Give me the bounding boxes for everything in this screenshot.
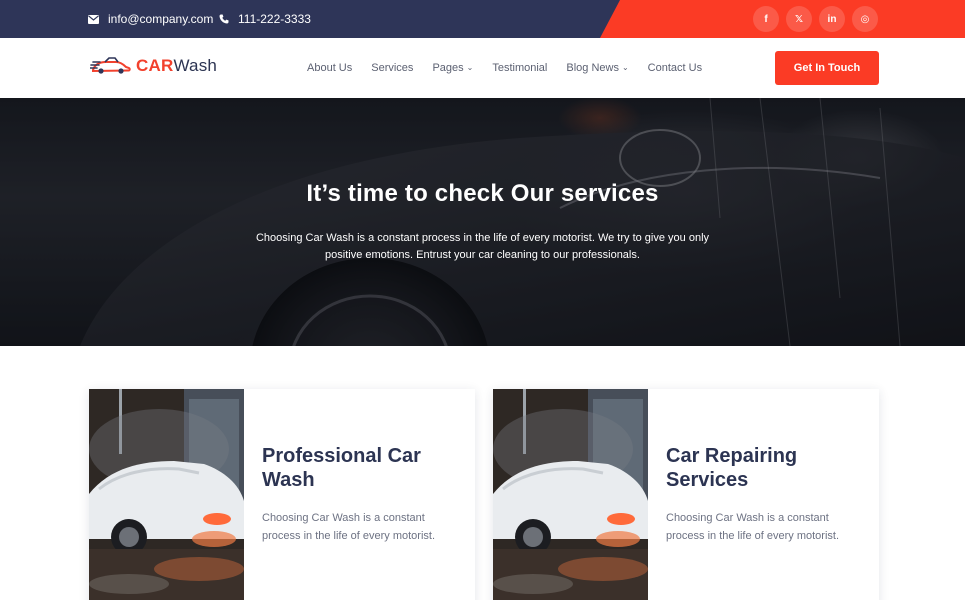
service-card-title[interactable]: Car Repairing Services (666, 444, 866, 492)
nav-blog-news[interactable]: Blog News ⌄ (566, 62, 628, 74)
car-wash-photo (493, 389, 648, 600)
contact-phone-text: 111-222-3333 (238, 12, 311, 26)
contact-email-text: info@company.com (108, 12, 214, 26)
service-card-image (89, 389, 244, 600)
top-bar: info@company.com 111-222-3333 f 𝕏 in ◎ (0, 0, 965, 38)
nav-testimonial[interactable]: Testimonial (492, 62, 547, 74)
nav-contact-us-label: Contact Us (647, 62, 703, 74)
logo-wash-text: Wash (173, 56, 218, 75)
nav-pages[interactable]: Pages ⌄ (432, 62, 473, 74)
get-in-touch-button[interactable]: Get In Touch (775, 51, 879, 85)
nav-contact-us[interactable]: Contact Us (648, 62, 702, 74)
nav-pages-label: Pages (432, 62, 464, 74)
logo-text: CARWash (136, 56, 217, 76)
x-twitter-icon[interactable]: 𝕏 (786, 6, 812, 32)
service-card-description: Choosing Car Wash is a constant process … (262, 512, 436, 542)
hero-subtitle: Choosing Car Wash is a constant process … (255, 232, 710, 261)
service-card-car-repairing[interactable]: Car Repairing Services Choosing Car Wash… (493, 389, 879, 600)
contact-phone[interactable]: 111-222-3333 (219, 0, 311, 38)
service-card-professional-car-wash[interactable]: Professional Car Wash Choosing Car Wash … (89, 389, 475, 600)
service-card-body: Professional Car Wash Choosing Car Wash … (262, 444, 462, 545)
car-logo-icon (90, 57, 131, 74)
chevron-down-icon: ⌄ (621, 63, 629, 72)
hero-title: It’s time to check Our services (306, 180, 659, 207)
nav-services-label: Services (371, 62, 414, 74)
car-wash-photo (89, 389, 244, 600)
nav-blog-news-label: Blog News (566, 62, 619, 74)
contact-email[interactable]: info@company.com (88, 0, 213, 38)
nav-about-us-label: About Us (307, 62, 353, 74)
hero-banner: It’s time to check Our services Choosing… (0, 98, 965, 346)
main-nav: About Us Services Pages ⌄ Testimonial Blo… (307, 38, 721, 98)
nav-testimonial-label: Testimonial (492, 62, 548, 74)
chevron-down-icon: ⌄ (466, 63, 474, 72)
facebook-icon[interactable]: f (753, 6, 779, 32)
service-card-description: Choosing Car Wash is a constant process … (666, 512, 840, 542)
hero-overlay (0, 98, 965, 346)
linkedin-icon[interactable]: in (819, 6, 845, 32)
logo[interactable]: CARWash (90, 56, 217, 76)
service-card-image (493, 389, 648, 600)
social-links: f 𝕏 in ◎ (753, 6, 878, 32)
instagram-icon[interactable]: ◎ (852, 6, 878, 32)
nav-about-us[interactable]: About Us (307, 62, 352, 74)
logo-car-text: CAR (136, 56, 174, 75)
nav-services[interactable]: Services (371, 62, 413, 74)
service-card-title[interactable]: Professional Car Wash (262, 444, 462, 492)
service-card-body: Car Repairing Services Choosing Car Wash… (666, 444, 866, 545)
site-header: CARWash About Us Services Pages ⌄ Testimo… (0, 38, 965, 98)
envelope-icon (88, 14, 99, 24)
phone-icon (219, 14, 229, 24)
